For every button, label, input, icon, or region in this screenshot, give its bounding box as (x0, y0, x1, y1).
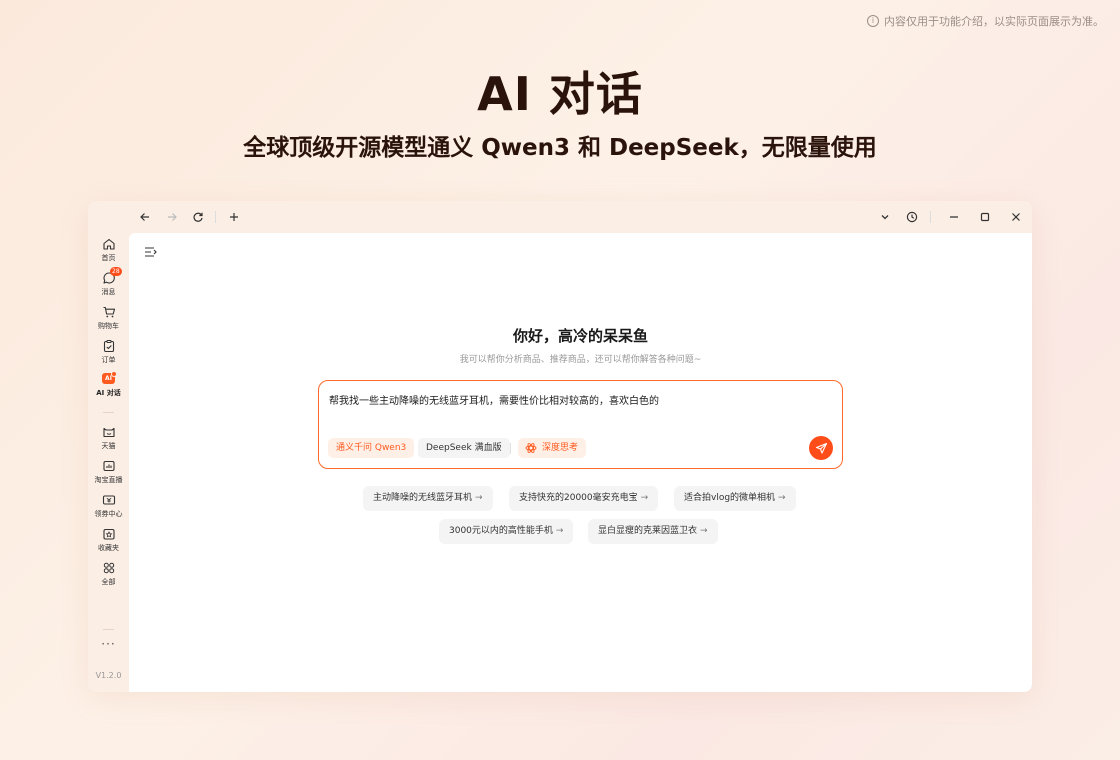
favorites-icon (102, 528, 115, 540)
send-icon (815, 442, 827, 454)
arrow-right-icon: → (778, 493, 786, 503)
sidebar-item-orders[interactable]: 订单 (88, 339, 129, 369)
suggestion-chip[interactable]: 适合拍vlog的微单相机 → (674, 486, 796, 511)
order-icon (103, 340, 114, 353)
close-icon[interactable] (1007, 208, 1025, 226)
suggestion-chip[interactable]: 主动降噪的无线蓝牙耳机 → (363, 486, 493, 511)
home-icon (102, 238, 115, 250)
collapse-sidebar-icon[interactable] (143, 245, 159, 259)
suggestion-text: 支持快充的20000毫安充电宝 (519, 493, 638, 503)
sidebar-item-label: 消息 (101, 288, 116, 296)
greeting-subtitle: 我可以帮你分析商品、推荐商品，还可以帮你解答各种问题~ (459, 355, 702, 365)
plus-icon[interactable] (225, 208, 243, 226)
sidebar-item-messages[interactable]: 28 消息 (88, 267, 129, 301)
main-panel: 你好，高冷的呆呆鱼 我可以帮你分析商品、推荐商品，还可以帮你解答各种问题~ 帮我… (129, 233, 1032, 692)
chevron-down-icon[interactable] (876, 208, 894, 226)
sidebar-item-ai-chat[interactable]: AI AI 对话 (88, 371, 129, 403)
chat-input-box[interactable]: 帮我找一些主动降噪的无线蓝牙耳机，需要性价比相对较高的，喜欢白色的 通义千问 Q… (318, 380, 843, 469)
suggestion-text: 3000元以内的高性能手机 (449, 526, 553, 536)
deep-think-label: 深度思考 (542, 443, 579, 453)
arrow-right-icon: → (475, 493, 483, 503)
suggestion-chip[interactable]: 显白显瘦的克莱因蓝卫衣 → (588, 519, 718, 544)
maximize-icon[interactable] (976, 208, 994, 226)
sidebar-item-label: 收藏夹 (98, 544, 119, 552)
tmall-icon (102, 427, 115, 438)
disclaimer: i 内容仅用于功能介绍，以实际页面展示为准。 (867, 13, 1104, 29)
more-button[interactable]: ··· (88, 637, 129, 651)
sidebar-item-label: 天猫 (101, 442, 116, 450)
sidebar-item-favorites[interactable]: 收藏夹 (88, 527, 129, 557)
arrow-right-icon: → (640, 493, 649, 503)
sidebar-item-cart[interactable]: 购物车 (88, 305, 129, 335)
sidebar-item-all[interactable]: 全部 (88, 561, 129, 591)
sidebar-item-label: 购物车 (98, 322, 119, 330)
minimize-icon[interactable] (945, 208, 963, 226)
suggestion-chip[interactable]: 支持快充的20000毫安充电宝 → (509, 486, 659, 511)
grid-icon (103, 562, 114, 574)
suggestion-text: 适合拍vlog的微单相机 (684, 493, 776, 503)
sidebar-item-home[interactable]: 首页 (88, 237, 129, 267)
message-badge: 28 (110, 267, 122, 276)
app-window: 首页 28 消息 购物车 订单 AI AI 对话 天猫 淘宝直播 领券中心 收藏… (88, 201, 1032, 692)
cart-icon (103, 306, 115, 318)
send-button[interactable] (809, 436, 833, 460)
hero-subtitle: 全球顶级开源模型通义 Qwen3 和 DeepSeek，无限量使用 (243, 135, 877, 161)
suggestion-chip[interactable]: 3000元以内的高性能手机 → (439, 519, 574, 544)
disclaimer-text: 内容仅用于功能介绍，以实际页面展示为准。 (884, 15, 1104, 28)
live-icon (102, 460, 115, 472)
sidebar-item-tmall[interactable]: 天猫 (88, 425, 129, 455)
hero-title: AI 对话 (477, 67, 643, 121)
titlebar (88, 201, 1032, 233)
sidebar-item-label: 领券中心 (94, 510, 123, 518)
sidebar-item-coupon[interactable]: 领券中心 (88, 493, 129, 523)
sidebar-item-live[interactable]: 淘宝直播 (88, 459, 129, 489)
model-deepseek-button[interactable]: DeepSeek 满血版 (418, 438, 510, 458)
sidebar-divider (103, 412, 114, 413)
suggestion-text: 显白显瘦的克莱因蓝卫衣 (598, 526, 698, 536)
sidebar-item-label: AI 对话 (96, 389, 121, 397)
arrow-right-icon[interactable] (163, 208, 181, 226)
sidebar: 首页 28 消息 购物车 订单 AI AI 对话 天猫 淘宝直播 领券中心 收藏… (88, 233, 129, 692)
titlebar-divider (930, 211, 931, 223)
greeting-title: 你好，高冷的呆呆鱼 (512, 327, 648, 345)
version-label: V1.2.0 (95, 671, 122, 680)
arrow-left-icon[interactable] (136, 208, 154, 226)
sidebar-item-label: 订单 (101, 356, 116, 364)
sidebar-item-label: 淘宝直播 (94, 476, 123, 484)
ai-chat-icon: AI (102, 371, 117, 384)
sidebar-item-label: 首页 (101, 254, 116, 262)
sidebar-item-label: 全部 (101, 578, 116, 586)
arrow-right-icon: → (555, 526, 564, 536)
refresh-icon[interactable] (189, 208, 207, 226)
info-icon: i (867, 15, 879, 27)
deep-think-button[interactable]: 深度思考 (518, 438, 587, 458)
suggestion-text: 主动降噪的无线蓝牙耳机 (373, 493, 473, 503)
coupon-icon (102, 495, 115, 505)
chat-input-text[interactable]: 帮我找一些主动降噪的无线蓝牙耳机，需要性价比相对较高的，喜欢白色的 (329, 392, 659, 407)
model-qwen-button[interactable]: 通义千问 Qwen3 (328, 438, 415, 458)
arrow-right-icon: → (700, 526, 708, 536)
chip-divider (510, 443, 511, 454)
titlebar-divider (215, 211, 216, 223)
clock-icon[interactable] (903, 208, 921, 226)
atom-icon (525, 443, 537, 453)
sidebar-divider (103, 629, 114, 630)
